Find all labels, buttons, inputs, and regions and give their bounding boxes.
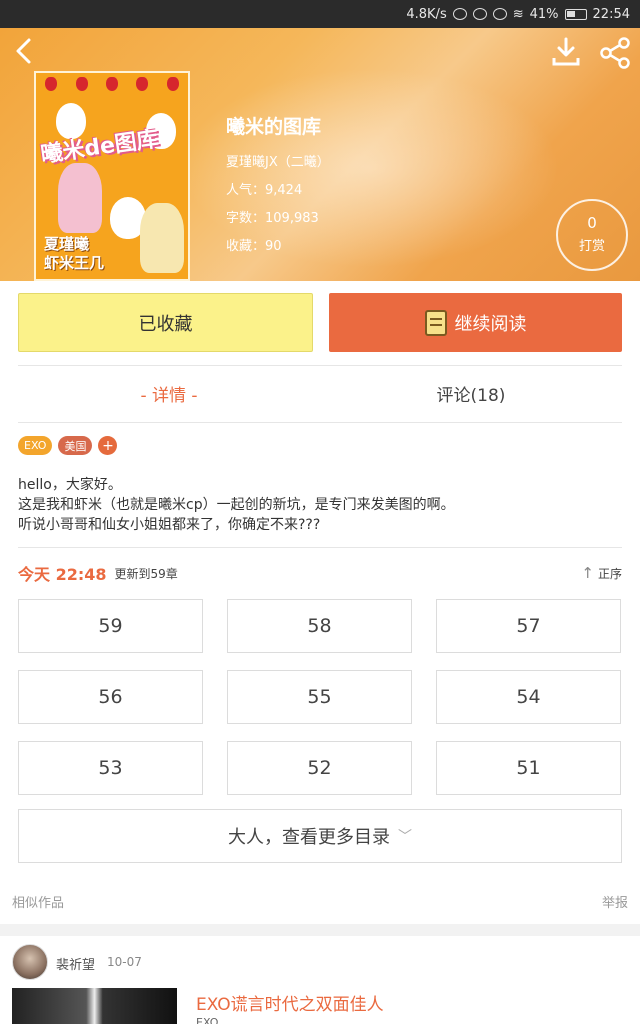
similar-work-card[interactable]: 裴祈望 10-07 EXO谎言时代之双面佳人 EXO	[0, 936, 640, 1024]
cover-character-illustration	[58, 163, 102, 233]
tag-exo[interactable]: EXO	[18, 436, 53, 455]
battery-icon	[564, 8, 587, 20]
continue-reading-button[interactable]: 继续阅读	[329, 293, 622, 352]
strawberry-icon	[105, 77, 118, 91]
cover-author-line: 虾米王几	[44, 254, 105, 272]
update-time: 今天 22:48	[18, 565, 107, 584]
divider	[18, 422, 622, 423]
book-detail-panel: 已收藏 继续阅读 - 详情 - 评论(18) EXO 美国 + hello，大家…	[0, 281, 640, 924]
tab-details[interactable]: - 详情 -	[18, 365, 320, 422]
similar-work-subtitle: EXO	[196, 1016, 219, 1024]
book-description: hello，大家好。 这是我和虾米（也就是曦米cp）一起创的新坑，是专门来发美图…	[18, 475, 455, 535]
more-chapters-label: 大人，查看更多目录	[228, 827, 390, 848]
book-info: 曦米的图库 夏瑾曦JX（二曦） 人气：9,424 字数：109,983 收藏：9…	[226, 112, 330, 263]
share-button[interactable]	[598, 36, 632, 70]
chapter-button[interactable]: 55	[227, 670, 412, 724]
similar-work-title[interactable]: EXO谎言时代之双面佳人	[196, 990, 384, 1015]
back-button[interactable]	[10, 36, 40, 66]
tip-button[interactable]: 0 打赏	[556, 199, 628, 271]
description-line: hello，大家好。	[18, 477, 122, 493]
headset-icon	[452, 8, 467, 20]
collected-button[interactable]: 已收藏	[18, 293, 313, 352]
avatar[interactable]	[12, 944, 48, 980]
share-icon	[600, 37, 630, 69]
book-header: 曦米de图库 夏瑾曦 虾米王几 曦米的图库 夏瑾曦JX（二曦） 人气：9,424…	[0, 28, 640, 281]
tip-count: 0	[587, 214, 597, 232]
download-button[interactable]	[550, 36, 582, 68]
strawberry-row	[36, 73, 188, 95]
tab-comments[interactable]: 评论(18)	[320, 365, 622, 422]
chapter-button[interactable]: 57	[436, 599, 621, 653]
clock: 22:54	[592, 6, 630, 22]
collected-label: 已收藏	[138, 313, 193, 335]
similar-header: 相似作品 举报	[12, 892, 628, 911]
book-word-count: 字数：109,983	[226, 211, 319, 226]
sort-toggle[interactable]: ↑ 正序	[581, 564, 622, 582]
strawberry-icon	[45, 77, 58, 91]
description-line: 这是我和虾米（也就是曦米cp）一起创的新坑，是专门来发美图的啊。	[18, 497, 455, 513]
eye-icon	[492, 8, 507, 20]
cover-author: 夏瑾曦 虾米王几	[44, 235, 104, 273]
book-title: 曦米的图库	[226, 116, 322, 138]
chapter-button[interactable]: 59	[18, 599, 203, 653]
alarm-icon	[472, 8, 487, 20]
book-popularity: 人气：9,424	[226, 183, 303, 198]
similar-date: 10-07	[107, 955, 142, 969]
add-tag-button[interactable]: +	[98, 436, 118, 455]
arrow-up-icon: ↑	[581, 564, 594, 582]
strawberry-icon	[75, 77, 88, 91]
detail-tabs: - 详情 - 评论(18)	[18, 365, 622, 422]
divider	[18, 547, 622, 548]
back-arrow-icon	[16, 38, 31, 64]
chapter-button[interactable]: 54	[436, 670, 621, 724]
cover-character-illustration	[140, 203, 184, 273]
chapter-button[interactable]: 56	[18, 670, 203, 724]
download-icon	[552, 37, 580, 66]
chapter-button[interactable]: 51	[436, 741, 621, 795]
chapter-button[interactable]: 52	[227, 741, 412, 795]
tag-america[interactable]: 美国	[58, 436, 93, 455]
update-row: 今天 22:48 更新到59章 ↑ 正序	[18, 563, 622, 584]
book-icon	[424, 309, 447, 336]
similar-work-thumbnail[interactable]	[12, 988, 177, 1024]
network-speed: 4.8K/s	[406, 6, 447, 22]
chapter-button[interactable]: 58	[227, 599, 412, 653]
section-gap	[0, 924, 640, 936]
description-line: 听说小哥哥和仙女小姐姐都来了，你确定不来???	[18, 517, 321, 533]
wifi-icon: ≋	[512, 6, 524, 22]
tag-list: EXO 美国 +	[18, 436, 118, 455]
cover-author-line: 夏瑾曦	[44, 235, 90, 253]
chevron-down-icon: ﹀	[398, 829, 412, 845]
similar-author-name[interactable]: 裴祈望	[56, 954, 95, 973]
similar-works-label: 相似作品	[12, 896, 65, 911]
status-bar: 4.8K/s ≋ 41% 22:54	[0, 0, 640, 28]
strawberry-icon	[136, 77, 149, 91]
sort-label: 正序	[597, 566, 622, 581]
strawberry-icon	[166, 77, 179, 91]
book-author[interactable]: 夏瑾曦JX（二曦）	[226, 151, 330, 170]
chapter-grid: 59 58 57 56 55 54 53 52 51	[18, 599, 622, 795]
battery-percent: 41%	[529, 6, 559, 22]
report-button[interactable]: 举报	[602, 892, 628, 911]
tip-label: 打赏	[578, 239, 605, 254]
book-cover[interactable]: 曦米de图库 夏瑾曦 虾米王几	[34, 71, 190, 281]
chapter-button[interactable]: 53	[18, 741, 203, 795]
more-chapters-button[interactable]: 大人，查看更多目录 ﹀	[18, 809, 622, 863]
continue-reading-label: 继续阅读	[454, 313, 527, 335]
update-text: 更新到59章	[114, 566, 178, 581]
book-favorites: 收藏：90	[226, 239, 282, 254]
